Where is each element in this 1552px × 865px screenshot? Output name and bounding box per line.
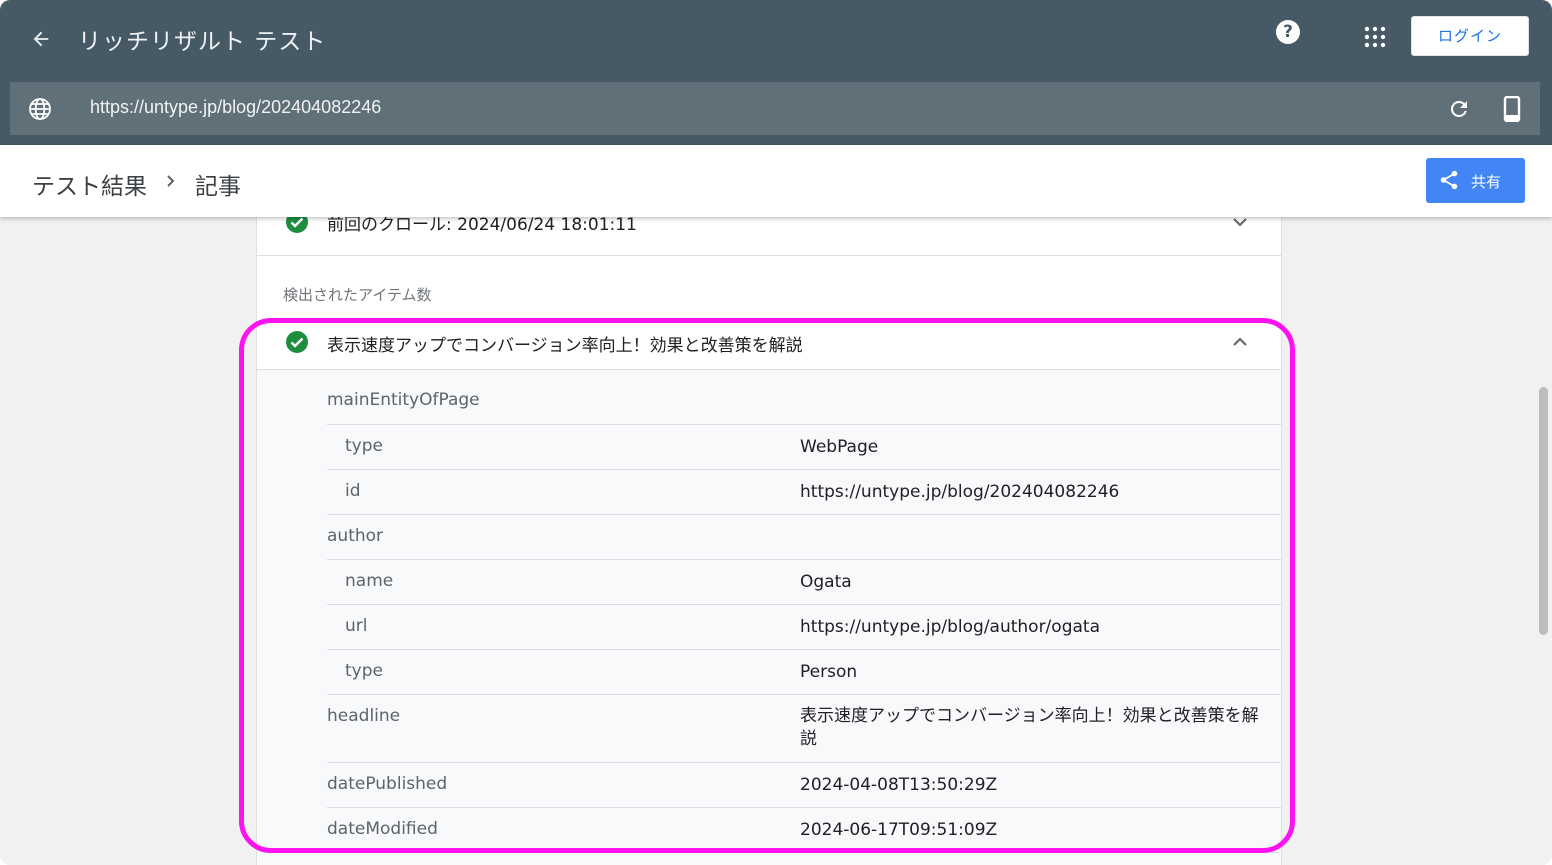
breadcrumb: テスト結果 記事 共有 [0, 145, 1552, 217]
chevron-up-icon[interactable] [1232, 337, 1248, 347]
back-button[interactable] [24, 22, 58, 56]
detail-row: author [327, 515, 1281, 560]
detail-row: datePublished 2024-04-08T13:50:29Z [327, 763, 1281, 808]
structured-data-details: mainEntityOfPage type WebPage id https:/… [257, 369, 1281, 865]
share-button[interactable]: 共有 [1426, 158, 1525, 203]
detail-row: type WebPage [327, 425, 1281, 470]
breadcrumb-article: 記事 [195, 174, 241, 200]
breadcrumb-test-results[interactable]: テスト結果 [32, 167, 147, 201]
tested-url: https://untype.jp/blog/202404082246 [90, 97, 382, 117]
share-label: 共有 [1471, 173, 1502, 191]
item-title[interactable]: 表示速度アップでコンバージョン率向上！効果と改善策を解説 [327, 331, 803, 356]
detail-row: headline 表示速度アップでコンバージョン率向上！効果と改善策を解説 [327, 695, 1281, 763]
detail-row: url https://untype.jp/blog/author/ogata [327, 605, 1281, 650]
detail-row: dateModified 2024-06-17T09:51:09Z [327, 808, 1281, 853]
chevron-right-icon [167, 175, 175, 187]
app-bar: リッチリザルト テスト ? ログイン https://untype.jp/blo… [0, 0, 1552, 145]
login-button[interactable]: ログイン [1411, 16, 1529, 56]
detail-row: type Person [327, 650, 1281, 695]
detail-row: mainEntityOfPage [327, 370, 1281, 425]
app-window: リッチリザルト テスト ? ログイン https://untype.jp/blo… [0, 0, 1552, 865]
url-bar[interactable]: https://untype.jp/blog/202404082246 [10, 82, 1540, 135]
detail-row: id https://untype.jp/blog/202404082246 [327, 470, 1281, 515]
smartphone-icon[interactable] [1501, 96, 1523, 122]
scrollbar-thumb[interactable] [1539, 387, 1548, 635]
check-circle-icon [286, 331, 308, 353]
reload-icon[interactable] [1447, 97, 1471, 121]
apps-grid-icon[interactable] [1364, 26, 1386, 48]
arrow-back-icon [33, 31, 49, 47]
share-icon [1440, 170, 1458, 190]
chevron-down-icon[interactable] [1232, 217, 1248, 227]
help-icon[interactable]: ? [1276, 20, 1300, 44]
detail-row: name Ogata [327, 560, 1281, 605]
result-card: 前回のクロール: 2024/06/24 18:01:11 検出されたアイテム数 … [256, 190, 1282, 865]
globe-icon [29, 98, 51, 120]
detected-items-label: 検出されたアイテム数 [283, 286, 432, 304]
app-title: リッチリザルト テスト [78, 29, 327, 55]
